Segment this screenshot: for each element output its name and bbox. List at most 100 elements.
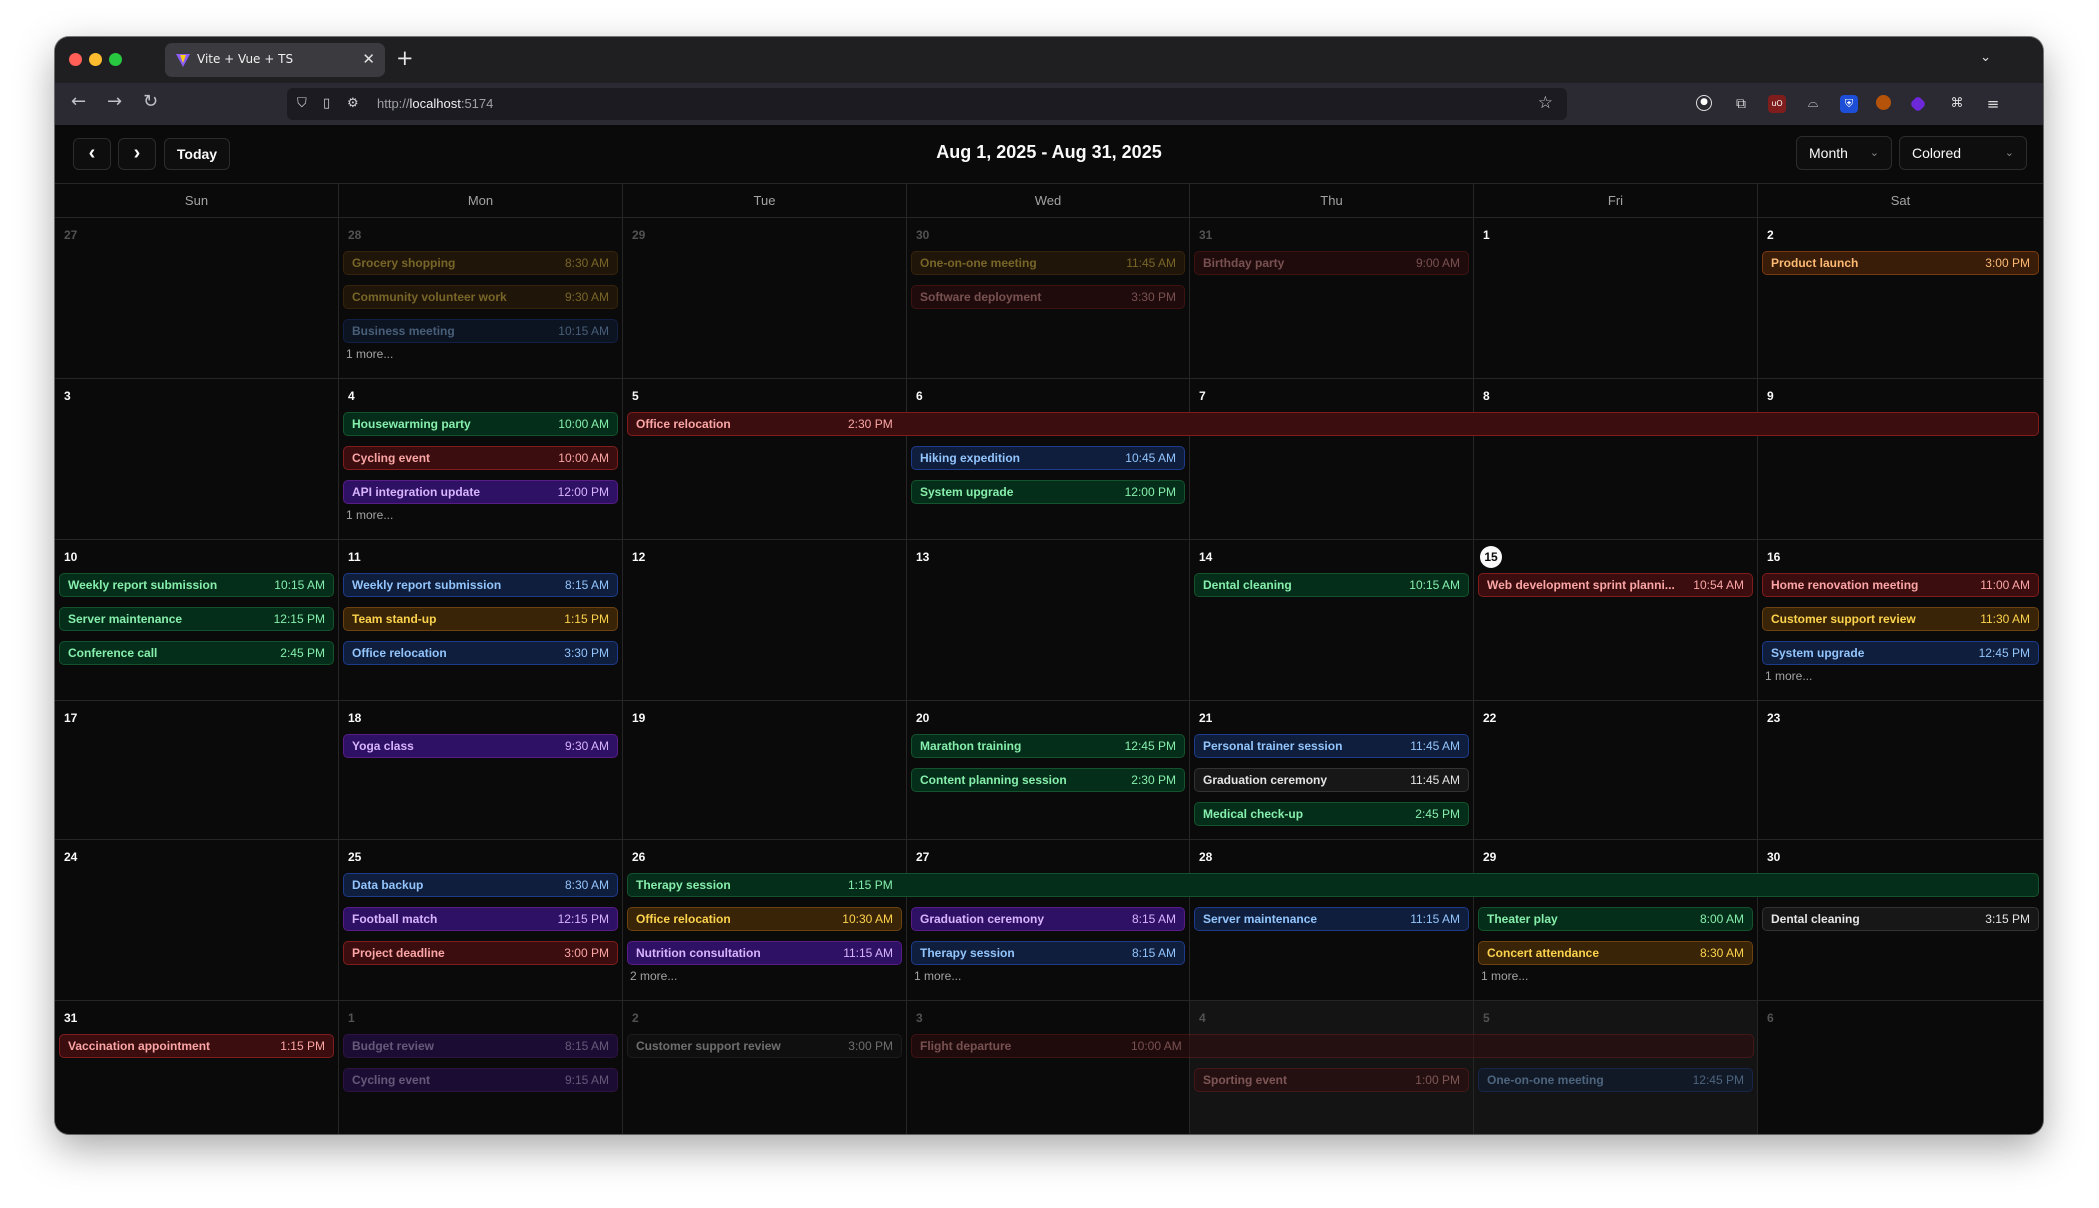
day-cell[interactable]: 20 Marathon training 12:45 PM Content plann… — [907, 701, 1190, 840]
event-business-meeting[interactable]: Business meeting 10:15 AM — [343, 319, 618, 343]
event-project-deadline[interactable]: Project deadline 3:00 PM — [343, 941, 618, 965]
day-cell[interactable]: 3 — [55, 379, 339, 540]
day-number[interactable]: 8 — [1483, 389, 1490, 403]
day-number[interactable]: 31 — [1199, 228, 1212, 242]
event-home-renovation-meeting[interactable]: Home renovation meeting 11:00 AM — [1762, 573, 2039, 597]
day-number[interactable]: 17 — [64, 711, 77, 725]
day-cell[interactable]: 1 — [1474, 218, 1758, 379]
event-marathon-training[interactable]: Marathon training 12:45 PM — [911, 734, 1185, 758]
day-cell[interactable]: 29 Theater play 8:00 AM Concert attendance 8… — [1474, 840, 1758, 1001]
shield-icon[interactable]: ⛉ — [297, 96, 307, 111]
event-content-planning-session[interactable]: Content planning session 2:30 PM — [911, 768, 1185, 792]
bookmark-star-icon[interactable]: ☆ — [1538, 93, 1553, 113]
tab-list-chevron-icon[interactable]: ⌄ — [1980, 50, 1991, 65]
event-system-upgrade[interactable]: System upgrade 12:00 PM — [911, 480, 1185, 504]
event-web-development-sprint-planni[interactable]: Web development sprint planni... 10:54 AM — [1478, 573, 1753, 597]
event-graduation-ceremony[interactable]: Graduation ceremony 11:45 AM — [1194, 768, 1469, 792]
day-cell[interactable]: 3 — [907, 1001, 1190, 1134]
event-server-maintenance[interactable]: Server maintenance 12:15 PM — [59, 607, 334, 631]
day-cell[interactable]: 23 — [1758, 701, 2043, 840]
day-cell[interactable]: 22 — [1474, 701, 1758, 840]
day-cell[interactable]: 27 — [55, 218, 339, 379]
event-customer-support-review[interactable]: Customer support review 11:30 AM — [1762, 607, 2039, 631]
day-cell[interactable]: 19 — [623, 701, 907, 840]
day-number[interactable]: 28 — [348, 228, 361, 242]
day-cell[interactable]: 12 — [623, 540, 907, 701]
day-number[interactable]: 4 — [1199, 1011, 1206, 1025]
day-cell[interactable]: 31 Vaccination appointment 1:15 PM — [55, 1001, 339, 1134]
day-cell[interactable]: 2 Customer support review 3:00 PM — [623, 1001, 907, 1134]
event-api-integration-update[interactable]: API integration update 12:00 PM — [343, 480, 618, 504]
event-weekly-report-submission[interactable]: Weekly report submission 10:15 AM — [59, 573, 334, 597]
reload-button[interactable]: ↻ — [143, 91, 158, 112]
day-cell[interactable]: 24 — [55, 840, 339, 1001]
event-server-maintenance[interactable]: Server maintenance 11:15 AM — [1194, 907, 1469, 931]
day-cell[interactable]: 14 Dental cleaning 10:15 AM — [1190, 540, 1474, 701]
vue-devtools-icon[interactable] — [1909, 95, 1927, 113]
event-office-relocation[interactable]: Office relocation 3:30 PM — [343, 641, 618, 665]
day-number[interactable]: 11 — [348, 550, 361, 564]
event-system-upgrade[interactable]: System upgrade 12:45 PM — [1762, 641, 2039, 665]
day-cell[interactable]: 2 Product launch 3:00 PM — [1758, 218, 2043, 379]
spanning-event-office-relocation[interactable]: Office relocation 2:30 PM — [627, 412, 2039, 436]
event-dental-cleaning[interactable]: Dental cleaning 3:15 PM — [1762, 907, 2039, 931]
spanning-event-flight-departure[interactable]: Flight departure 10:00 AM — [911, 1034, 1754, 1058]
day-cell[interactable]: 16 Home renovation meeting 11:00 AM Custome… — [1758, 540, 2043, 701]
day-cell[interactable]: 13 — [907, 540, 1190, 701]
event-yoga-class[interactable]: Yoga class 9:30 AM — [343, 734, 618, 758]
menu-icon[interactable]: ≡ — [1984, 95, 2002, 113]
day-number[interactable]: 1 — [1483, 228, 1490, 242]
day-number[interactable]: 10 — [64, 550, 77, 564]
day-cell[interactable]: 6 — [1758, 1001, 2043, 1134]
event-birthday-party[interactable]: Birthday party 9:00 AM — [1194, 251, 1469, 275]
day-number[interactable]: 18 — [348, 711, 361, 725]
day-number[interactable]: 3 — [916, 1011, 923, 1025]
day-cell[interactable]: 30 One-on-one meeting 11:45 AM Software dep… — [907, 218, 1190, 379]
event-therapy-session[interactable]: Therapy session 8:15 AM — [911, 941, 1185, 965]
day-cell[interactable]: 7 — [1190, 379, 1474, 540]
event-cycling-event[interactable]: Cycling event 9:15 AM — [343, 1068, 618, 1092]
address-bar[interactable]: ⛉ ▯ ⚙ http://localhost:5174 ☆ — [287, 88, 1567, 120]
day-number[interactable]: 3 — [64, 389, 71, 403]
close-window-button[interactable] — [69, 53, 82, 66]
day-number[interactable]: 6 — [916, 389, 923, 403]
day-number[interactable]: 2 — [1767, 228, 1774, 242]
day-number[interactable]: 1 — [348, 1011, 355, 1025]
event-vaccination-appointment[interactable]: Vaccination appointment 1:15 PM — [59, 1034, 334, 1058]
day-cell[interactable]: 17 — [55, 701, 339, 840]
day-number[interactable]: 28 — [1199, 850, 1212, 864]
event-weekly-report-submission[interactable]: Weekly report submission 8:15 AM — [343, 573, 618, 597]
day-cell[interactable]: 5 One-on-one meeting 12:45 PM — [1474, 1001, 1758, 1134]
event-one-on-one-meeting[interactable]: One-on-one meeting 12:45 PM — [1478, 1068, 1753, 1092]
day-cell[interactable]: 21 Personal trainer session 11:45 AM Gradua… — [1190, 701, 1474, 840]
more-events-link[interactable]: 1 more... — [346, 347, 393, 361]
event-office-relocation[interactable]: Office relocation 10:30 AM — [627, 907, 902, 931]
day-cell[interactable]: 28 Server maintenance 11:15 AM — [1190, 840, 1474, 1001]
day-number[interactable]: 22 — [1483, 711, 1496, 725]
day-cell[interactable]: 6 Hiking expedition 10:45 AM System upgrade… — [907, 379, 1190, 540]
more-events-link[interactable]: 1 more... — [1765, 669, 1812, 683]
day-cell[interactable]: 9 — [1758, 379, 2043, 540]
account-icon[interactable]: ● — [1696, 95, 1712, 111]
cookie-icon[interactable] — [1876, 95, 1891, 110]
event-dental-cleaning[interactable]: Dental cleaning 10:15 AM — [1194, 573, 1469, 597]
day-cell[interactable]: 4 Sporting event 1:00 PM — [1190, 1001, 1474, 1134]
browser-tab[interactable]: Vite + Vue + TS ✕ — [165, 43, 385, 77]
day-number[interactable]: 26 — [632, 850, 645, 864]
event-grocery-shopping[interactable]: Grocery shopping 8:30 AM — [343, 251, 618, 275]
day-number[interactable]: 20 — [916, 711, 929, 725]
day-number[interactable]: 25 — [348, 850, 361, 864]
minimize-window-button[interactable] — [89, 53, 102, 66]
day-cell[interactable]: 29 — [623, 218, 907, 379]
forward-button[interactable]: → — [107, 91, 122, 112]
event-medical-check-up[interactable]: Medical check-up 2:45 PM — [1194, 802, 1469, 826]
event-conference-call[interactable]: Conference call 2:45 PM — [59, 641, 334, 665]
day-cell[interactable]: 10 Weekly report submission 10:15 AM Server… — [55, 540, 339, 701]
day-number[interactable]: 12 — [632, 550, 645, 564]
day-number[interactable]: 4 — [348, 389, 355, 403]
day-cell[interactable]: 28 Grocery shopping 8:30 AM Community volun… — [339, 218, 623, 379]
day-number[interactable]: 21 — [1199, 711, 1212, 725]
today-day-number[interactable]: 15 — [1480, 546, 1502, 568]
day-number[interactable]: 14 — [1199, 550, 1212, 564]
day-number[interactable]: 6 — [1767, 1011, 1774, 1025]
